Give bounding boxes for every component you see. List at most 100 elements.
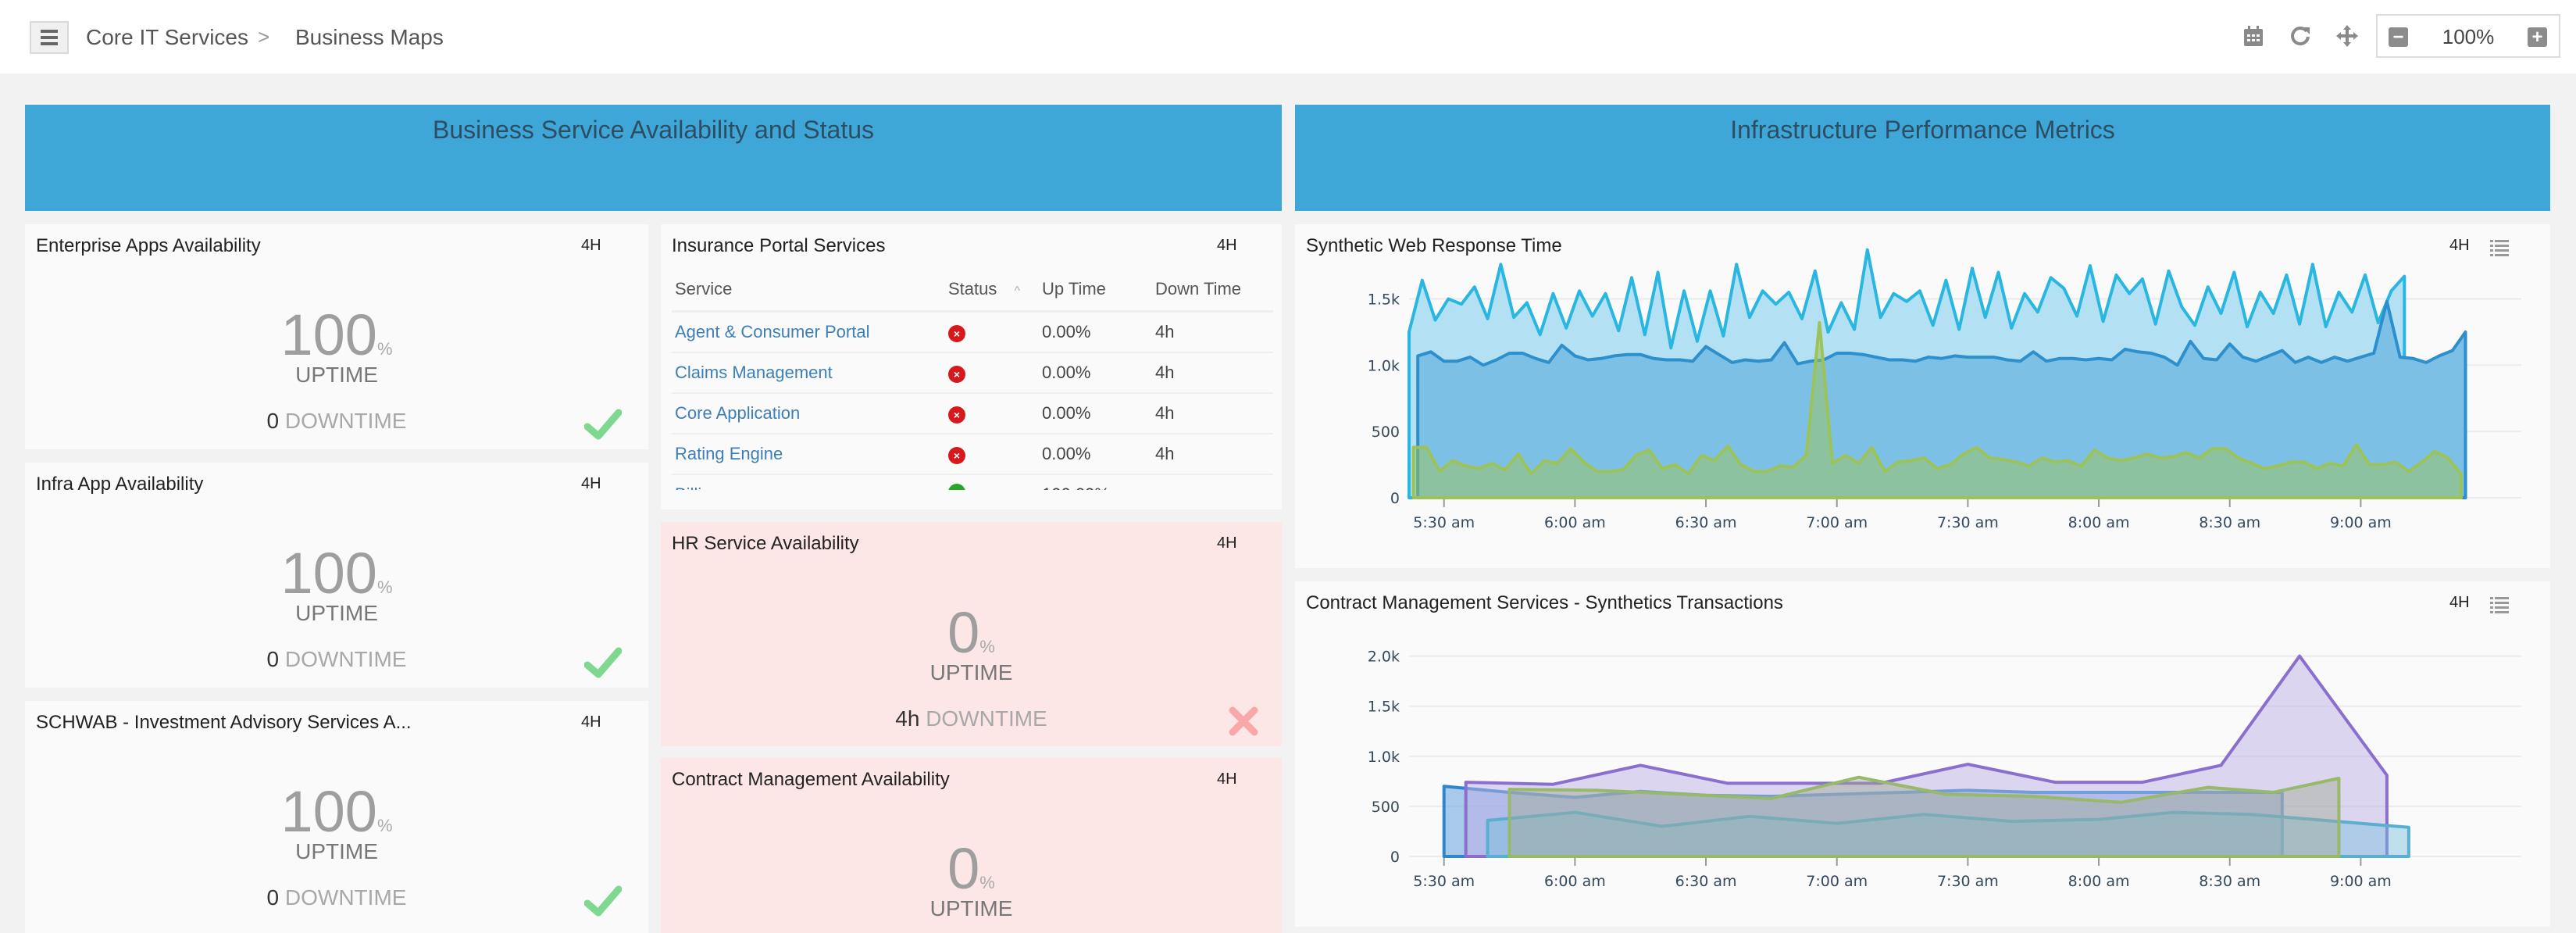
- uptime-display: 100% UPTIME: [25, 545, 648, 626]
- check-icon: [584, 409, 622, 440]
- downtime-label: DOWNTIME: [284, 409, 407, 433]
- availability-card-enterprise-apps[interactable]: Enterprise Apps Availability 4H 100% UPT…: [25, 224, 648, 449]
- downtime-value: 4h: [895, 706, 920, 731]
- x-tick-label: 9:00 am: [2330, 514, 2392, 531]
- time-range-label[interactable]: 4H: [581, 237, 601, 255]
- y-tick-label: 500: [1372, 424, 1400, 441]
- uptime-unit: %: [979, 637, 995, 656]
- breadcrumb-business-maps: Business Maps: [295, 25, 444, 49]
- downtime-value: 0: [266, 885, 280, 910]
- x-tick-label: 6:00 am: [1544, 873, 1606, 890]
- downtime-label: DOWNTIME: [926, 706, 1047, 731]
- column-header-status[interactable]: Status ^: [945, 273, 1039, 313]
- chart-plot: 0 500 1.0k 1.5k 2.0k 5:30 am 6:00 am 6:30 am 7:0…: [1368, 649, 2521, 890]
- uptime-value: 0: [947, 600, 980, 665]
- downtime-display: 0 DOWNTIME: [25, 647, 648, 672]
- x-tick-label: 6:30 am: [1675, 873, 1737, 890]
- downtime-cell: 4h: [1152, 433, 1273, 475]
- time-range-label[interactable]: 4H: [1217, 534, 1237, 552]
- x-tick-label: 9:00 am: [2330, 873, 2392, 890]
- uptime-display: 100% UPTIME: [25, 306, 648, 388]
- downtime-display: 4h DOWNTIME: [661, 706, 1282, 731]
- uptime-display: 0% UPTIME: [661, 604, 1282, 685]
- card-title: HR Service Availability: [672, 533, 859, 554]
- uptime-unit: %: [376, 816, 393, 835]
- status-cell: ×: [945, 433, 1039, 475]
- y-tick-label: 2.0k: [1368, 649, 1400, 666]
- zoom-in-button[interactable]: +: [2528, 27, 2547, 47]
- table-scrollbar[interactable]: [1276, 273, 1282, 484]
- column-header-uptime[interactable]: Up Time: [1039, 273, 1152, 313]
- uptime-label: UPTIME: [295, 363, 378, 387]
- status-cell: ×: [945, 352, 1039, 394]
- x-tick-label: 6:30 am: [1675, 514, 1737, 531]
- table-viewport: Service Status ^ Up Time Down Time Agent…: [661, 224, 1282, 490]
- services-table: Service Status ^ Up Time Down Time Agent…: [672, 273, 1273, 490]
- column-header-downtime[interactable]: Down Time: [1152, 273, 1273, 313]
- chart-plot: 0 500 1.0k 1.5k 5:30 am 6:00 am 6:30 am 7:00 am…: [1368, 248, 2521, 531]
- service-link[interactable]: Core Application: [672, 392, 945, 434]
- uptime-value: 0: [947, 836, 980, 901]
- availability-card-hr-service[interactable]: HR Service Availability 4H 0% UPTIME 4h …: [661, 522, 1282, 746]
- zoom-control: − 100% +: [2376, 14, 2560, 58]
- uptime-unit: %: [376, 339, 393, 359]
- y-tick-label: 1.5k: [1368, 699, 1400, 716]
- x-tick-label: 5:30 am: [1413, 514, 1475, 531]
- card-title: Infra App Availability: [36, 474, 204, 495]
- downtime-cell: 4h: [1152, 311, 1273, 353]
- uptime-label: UPTIME: [295, 601, 378, 625]
- uptime-display: 0% UPTIME: [661, 840, 1282, 921]
- uptime-label: UPTIME: [929, 660, 1013, 685]
- error-status-icon: ×: [948, 406, 965, 424]
- service-link[interactable]: Agent & Consumer Portal: [672, 311, 945, 353]
- move-icon[interactable]: [2334, 22, 2360, 50]
- uptime-cell: 0.00%: [1039, 392, 1152, 434]
- top-bar: Core IT Services > Business Maps − 100% …: [0, 0, 2576, 73]
- section-title: Infrastructure Performance Metrics: [1730, 116, 2115, 144]
- x-tick-label: 8:30 am: [2199, 514, 2260, 531]
- downtime-display: 0 DOWNTIME: [25, 885, 648, 910]
- downtime-cell: [1152, 474, 1273, 490]
- card-title: Contract Management Availability: [672, 769, 950, 790]
- x-tick-label: 8:30 am: [2199, 873, 2260, 890]
- availability-card-infra-app[interactable]: Infra App Availability 4H 100% UPTIME 0 …: [25, 463, 648, 688]
- downtime-value: 0: [266, 409, 280, 433]
- check-icon: [584, 647, 622, 678]
- uptime-cell: 100.00%: [1039, 474, 1152, 490]
- time-range-label[interactable]: 4H: [1217, 770, 1237, 788]
- column-header-status-label: Status: [948, 279, 997, 298]
- service-link[interactable]: Rating Engine: [672, 433, 945, 475]
- uptime-cell: 0.00%: [1039, 311, 1152, 353]
- time-range-label[interactable]: 4H: [581, 475, 601, 493]
- table-header-row: Service Status ^ Up Time Down Time: [672, 273, 1273, 313]
- downtime-label: DOWNTIME: [284, 885, 407, 910]
- breadcrumb-separator: >: [258, 25, 270, 48]
- breadcrumb-core-it-services[interactable]: Core IT Services: [86, 25, 248, 50]
- downtime-label: DOWNTIME: [284, 647, 407, 671]
- uptime-display: 100% UPTIME: [25, 783, 648, 864]
- time-range-label[interactable]: 4H: [581, 713, 601, 731]
- service-link[interactable]: Claims Management: [672, 352, 945, 394]
- calendar-icon[interactable]: [2240, 22, 2267, 50]
- error-status-icon: ×: [948, 324, 965, 342]
- column-header-service[interactable]: Service: [672, 273, 945, 313]
- x-fail-icon: [1229, 706, 1258, 736]
- y-tick-label: 1.0k: [1368, 749, 1400, 766]
- table-row: Rating Engine × 0.00% 4h: [672, 433, 1273, 475]
- service-link[interactable]: Billing ...: [672, 474, 945, 490]
- error-status-icon: ×: [948, 365, 965, 383]
- availability-card-contract-management[interactable]: Contract Management Availability 4H 0% U…: [661, 758, 1282, 933]
- uptime-value: 100: [280, 541, 377, 606]
- x-tick-label: 7:00 am: [1806, 514, 1868, 531]
- section-banner-infrastructure: Infrastructure Performance Metrics: [1295, 105, 2550, 211]
- ok-status-icon: [948, 483, 965, 490]
- card-title: SCHWAB - Investment Advisory Services A.…: [36, 712, 412, 733]
- uptime-cell: 0.00%: [1039, 352, 1152, 394]
- status-cell: ×: [945, 311, 1039, 353]
- refresh-icon[interactable]: [2287, 22, 2314, 50]
- availability-card-schwab[interactable]: SCHWAB - Investment Advisory Services A.…: [25, 701, 648, 933]
- x-tick-label: 5:30 am: [1413, 873, 1475, 890]
- menu-button[interactable]: [30, 21, 69, 54]
- table-row: Claims Management × 0.00% 4h: [672, 352, 1273, 394]
- x-tick-label: 7:30 am: [1937, 873, 1999, 890]
